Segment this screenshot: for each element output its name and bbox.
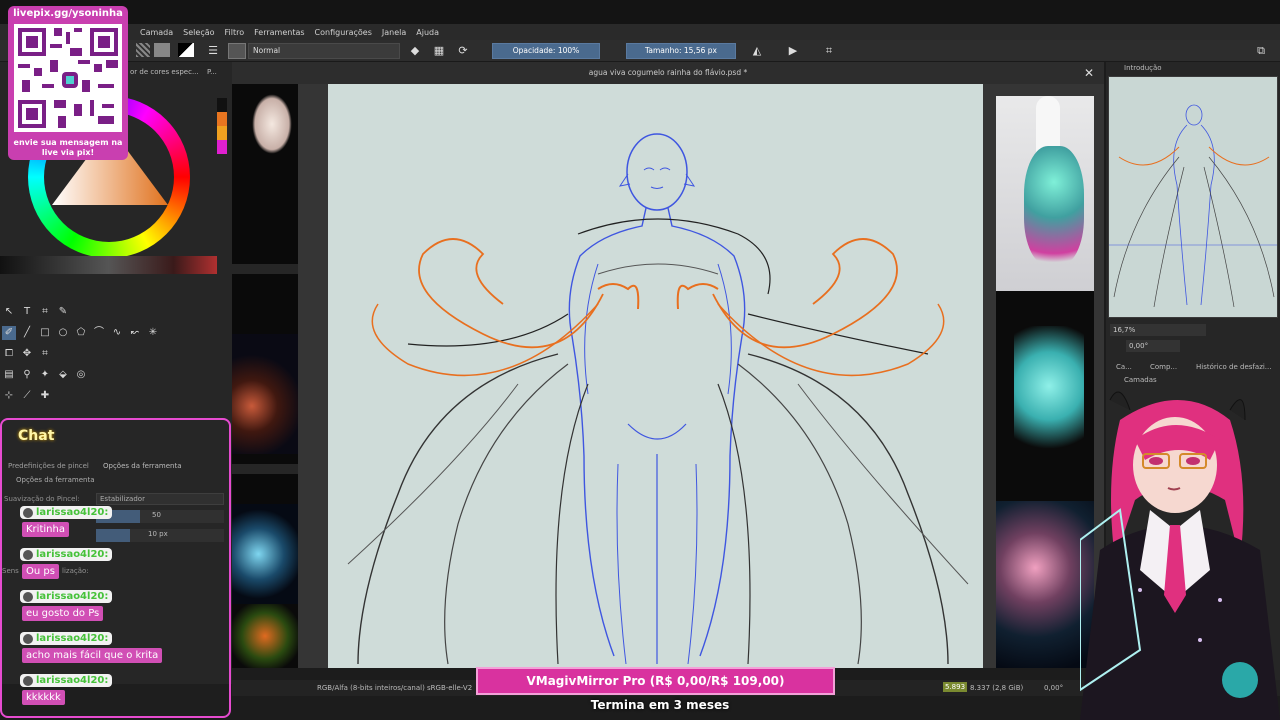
avatar-icon xyxy=(23,592,33,602)
palette-tab[interactable]: P... xyxy=(207,68,217,76)
brush-tool-icon[interactable]: ✐ xyxy=(2,326,16,340)
recent-color-3[interactable] xyxy=(217,126,227,140)
recent-color-4[interactable] xyxy=(217,140,227,154)
window-icon[interactable]: ⧉ xyxy=(1254,44,1268,58)
gradient-swatch[interactable] xyxy=(154,43,170,57)
avatar-icon xyxy=(23,676,33,686)
fg-bg-colors[interactable] xyxy=(178,43,194,57)
document-tab[interactable]: agua viva cogumelo rainha do flávio.psd … xyxy=(232,62,1104,84)
select-tool-icon[interactable]: ↖ xyxy=(2,305,16,319)
menu-ferramentas[interactable]: Ferramentas xyxy=(254,28,304,37)
chat-message: Ou ps xyxy=(22,564,59,579)
menu-filtro[interactable]: Filtro xyxy=(225,28,245,37)
move-tool-icon[interactable]: ✥ xyxy=(20,347,34,361)
polyline-tool-icon[interactable]: ⌒ xyxy=(92,326,106,340)
assistant-tool-icon[interactable]: ⊹ xyxy=(2,389,16,403)
freehand-path-icon[interactable]: ↜ xyxy=(128,326,142,340)
drawing-canvas[interactable] xyxy=(328,84,983,668)
chat-message: acho mais fácil que o krita xyxy=(22,648,163,663)
chat-username: larissao4l20: xyxy=(20,632,113,645)
chat-message: Kritinha xyxy=(22,522,69,537)
brush-settings-icon[interactable]: ☰ xyxy=(206,44,220,58)
tab-channels[interactable]: Ca... xyxy=(1116,363,1132,371)
overview-thumbnail[interactable] xyxy=(1108,76,1278,318)
vtuber-avatar xyxy=(1080,391,1280,720)
menu-configuracoes[interactable]: Configurações xyxy=(315,28,372,37)
checker-icon[interactable]: ▦ xyxy=(432,44,446,58)
color-space-label: RGB/Alfa (8-bits inteiros/canal) sRGB-el… xyxy=(317,684,473,692)
chat-label: Chat xyxy=(18,428,55,444)
chat-username: larissao4l20: xyxy=(20,590,113,603)
crop-icon[interactable]: ⌗ xyxy=(822,44,836,58)
close-icon[interactable]: ✕ xyxy=(1084,66,1094,80)
bezier-tool-icon[interactable]: ∿ xyxy=(110,326,124,340)
tab-undo-history[interactable]: Histórico de desfazi... xyxy=(1196,363,1271,371)
mirror-horizontal-icon[interactable]: ◭ xyxy=(750,44,764,58)
qr-pattern xyxy=(18,28,118,128)
memory-used: 5.893 xyxy=(943,682,968,692)
color-history-bar[interactable] xyxy=(0,256,217,274)
reference-images-left xyxy=(232,84,298,668)
edit-shapes-icon[interactable]: ⌗ xyxy=(38,305,52,319)
brush-preset-thumb[interactable] xyxy=(228,43,246,59)
color-selector-tab[interactable]: or de cores espec... xyxy=(130,68,199,76)
multibrush-icon[interactable]: ✳ xyxy=(146,326,160,340)
zoom-field[interactable]: 16,7% xyxy=(1110,324,1206,336)
window-top-strip xyxy=(0,0,1280,24)
reference-tool-icon[interactable]: ✚ xyxy=(38,389,52,403)
avatar-icon xyxy=(23,550,33,560)
avatar-icon xyxy=(23,508,33,518)
transform-tool-icon[interactable]: ⧠ xyxy=(2,347,16,361)
menu-selecao[interactable]: Seleção xyxy=(183,28,214,37)
chat-message: eu gosto do Ps xyxy=(22,606,104,621)
smart-patch-icon[interactable]: ✦ xyxy=(38,368,52,382)
mirror-vertical-icon[interactable]: ▶ xyxy=(786,44,800,58)
eraser-icon[interactable]: ◆ xyxy=(408,44,422,58)
chat-username: larissao4l20: xyxy=(20,674,113,687)
menu-bar: Camada Seleção Filtro Ferramentas Config… xyxy=(0,24,1280,40)
text-tool-icon[interactable]: T xyxy=(20,305,34,319)
menu-camada[interactable]: Camada xyxy=(140,28,173,37)
opacity-slider[interactable]: Opacidade: 100% xyxy=(492,43,600,59)
chat-username: larissao4l20: xyxy=(20,506,113,519)
overview-title: Introdução xyxy=(1124,64,1162,72)
chat-username: larissao4l20: xyxy=(20,548,113,561)
sub-goal-timer: Termina em 3 meses xyxy=(590,698,730,712)
polygon-tool-icon[interactable]: ⬠ xyxy=(74,326,88,340)
reload-icon[interactable]: ⟳ xyxy=(456,44,470,58)
livepix-caption: envie sua mensagem na live via pix! xyxy=(13,138,123,157)
rotation-field[interactable]: 0,00° xyxy=(1126,340,1180,352)
livepix-url: livepix.gg/ysoninha xyxy=(13,8,123,19)
recent-color-1[interactable] xyxy=(217,98,227,112)
tool-options-bar: ☰ Normal ◆ ▦ ⟳ Opacidade: 100% Tamanho: … xyxy=(0,40,1280,62)
document-title: agua viva cogumelo rainha do flávio.psd … xyxy=(588,68,748,77)
avatar-icon xyxy=(23,634,33,644)
ellipse-tool-icon[interactable]: ○ xyxy=(56,326,70,340)
size-slider[interactable]: Tamanho: 15,56 px xyxy=(626,43,736,59)
tab-compositions[interactable]: Comp... xyxy=(1150,363,1177,371)
crop-tool-icon[interactable]: ⌗ xyxy=(38,347,52,361)
line-tool-icon[interactable]: ╱ xyxy=(20,326,34,340)
recent-color-2[interactable] xyxy=(217,112,227,126)
pattern-swatch[interactable] xyxy=(136,43,150,57)
menu-janela[interactable]: Janela xyxy=(382,28,406,37)
measure-tool-icon[interactable]: ⟋ xyxy=(20,389,34,403)
chat-message: kkkkkk xyxy=(22,690,65,705)
gradient-tool-icon[interactable]: ▤ xyxy=(2,368,16,382)
status-rotation: 0,00° xyxy=(1044,684,1064,692)
menu-ajuda[interactable]: Ajuda xyxy=(416,28,439,37)
enclose-fill-icon[interactable]: ◎ xyxy=(74,368,88,382)
memory-total: 8.337 (2,8 GiB) xyxy=(970,684,1024,692)
fill-tool-icon[interactable]: ⬙ xyxy=(56,368,70,382)
calligraphy-icon[interactable]: ✎ xyxy=(56,305,70,319)
rect-tool-icon[interactable]: □ xyxy=(38,326,52,340)
colorpicker-tool-icon[interactable]: ⚲ xyxy=(20,368,34,382)
qr-code xyxy=(14,24,122,132)
sketch-drawing xyxy=(347,133,969,665)
sub-goal-bar: VMagivMirror Pro (R$ 0,00/R$ 109,00) xyxy=(476,667,835,695)
blend-mode-select[interactable]: Normal xyxy=(248,43,400,59)
overview-sketch xyxy=(1109,104,1277,308)
